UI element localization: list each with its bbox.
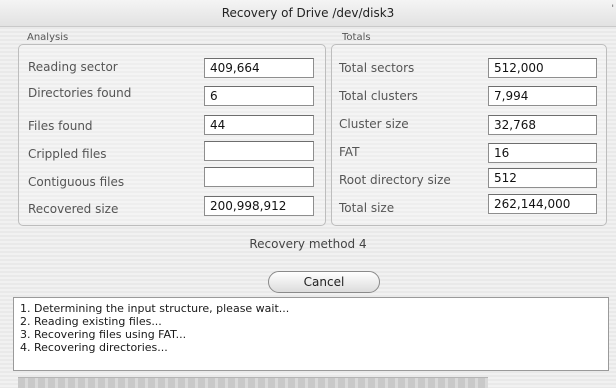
recovered-size-label: Recovered size [28, 202, 119, 216]
total-sectors-field[interactable]: 512,000 [488, 58, 597, 78]
root-directory-size-field[interactable]: 512 [488, 168, 597, 188]
root-directory-size-label: Root directory size [339, 173, 451, 187]
directories-found-label: Directories found [28, 86, 132, 100]
fat-field[interactable]: 16 [488, 143, 597, 163]
status-log[interactable]: 1. Determining the input structure, plea… [13, 297, 609, 371]
files-found-label: Files found [28, 119, 93, 133]
total-clusters-field[interactable]: 7,994 [488, 86, 597, 106]
log-line: 3. Recovering files using FAT... [20, 328, 187, 341]
cluster-size-field[interactable]: 32,768 [488, 115, 597, 135]
cluster-size-label: Cluster size [339, 117, 409, 131]
log-line: 1. Determining the input structure, plea… [20, 302, 290, 315]
window-title: Recovery of Drive /dev/disk3 [221, 6, 395, 20]
crippled-files-field[interactable] [204, 141, 314, 161]
window-titlebar[interactable]: Recovery of Drive /dev/disk3 [0, 0, 616, 27]
contiguous-files-label: Contiguous files [28, 175, 125, 189]
total-clusters-label: Total clusters [339, 89, 418, 103]
log-line: 2. Reading existing files... [20, 315, 162, 328]
total-sectors-label: Total sectors [339, 61, 415, 75]
log-line: 4. Recovering directories... [20, 341, 168, 354]
crippled-files-label: Crippled files [28, 147, 107, 161]
cancel-button[interactable]: Cancel [268, 271, 380, 293]
progress-bar [18, 377, 488, 388]
contiguous-files-field[interactable] [204, 167, 314, 187]
recovery-method-text: Recovery method 4 [249, 237, 367, 251]
totals-group-label: Totals [342, 32, 371, 43]
reading-sector-label: Reading sector [28, 60, 118, 74]
total-size-field[interactable]: 262,144,000 [488, 194, 597, 214]
directories-found-field[interactable]: 6 [204, 86, 314, 106]
corner-mark: ' [611, 4, 614, 14]
fat-label: FAT [339, 145, 360, 159]
recovered-size-field[interactable]: 200,998,912 [204, 196, 314, 216]
reading-sector-field[interactable]: 409,664 [204, 58, 314, 78]
total-size-label: Total size [339, 201, 395, 215]
analysis-group-label: Analysis [27, 32, 69, 43]
files-found-field[interactable]: 44 [204, 115, 314, 135]
